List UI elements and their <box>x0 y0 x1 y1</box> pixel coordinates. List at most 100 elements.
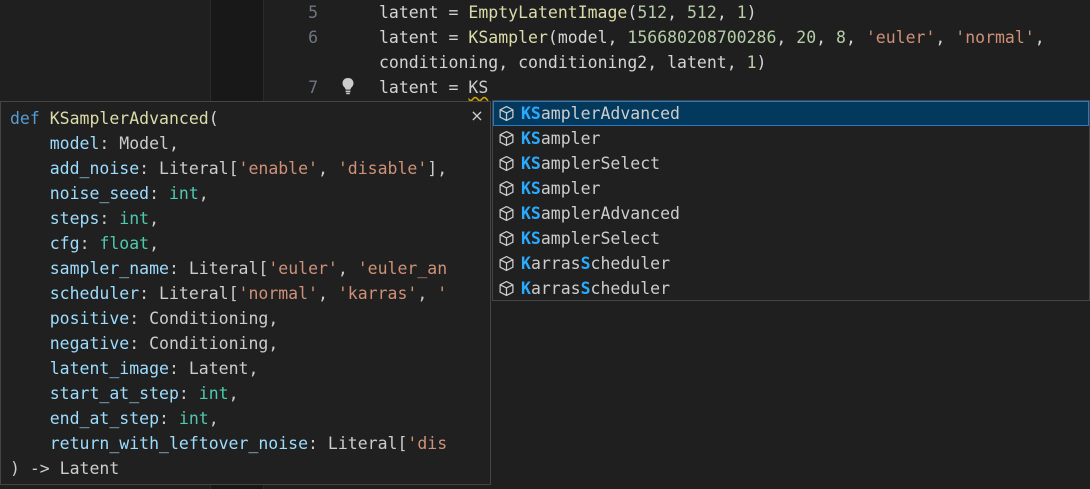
param-line: return_with_leftover_noise: Literal['dis <box>10 431 447 456</box>
token: = <box>438 3 469 22</box>
suggestion-item[interactable]: KarrasScheduler <box>493 276 1089 301</box>
token: , <box>198 184 209 203</box>
code-line-7[interactable]: latent = KS <box>379 75 488 100</box>
suggestion-list[interactable]: KSamplerAdvanced KSampler KSamplerSelect… <box>492 100 1090 301</box>
lightbulb-icon[interactable] <box>339 76 357 96</box>
param-type: int <box>168 184 199 203</box>
param-type: int <box>198 384 229 403</box>
suggestion-label: KSamplerSelect <box>521 151 660 176</box>
param-line: positive: Conditioning, <box>10 306 279 331</box>
match-highlight: S <box>580 254 591 273</box>
token: , <box>498 53 519 72</box>
return-type: Latent <box>59 459 120 478</box>
label-rest: cheduler <box>590 254 671 273</box>
token: conditioning <box>379 53 499 72</box>
suggestion-item[interactable]: KSamplerAdvanced <box>493 201 1089 226</box>
token: ( <box>547 28 558 47</box>
token: , <box>318 284 338 303</box>
suggestion-item[interactable]: KSampler <box>493 126 1089 151</box>
code-line-5[interactable]: latent = EmptyLatentImage(512, 512, 1) <box>379 0 757 25</box>
token: conditioning2 <box>518 53 648 72</box>
token: : <box>99 134 120 153</box>
token: , <box>248 359 259 378</box>
cube-icon <box>499 280 514 297</box>
match-highlight: KS <box>521 204 541 223</box>
token: , <box>726 53 747 72</box>
suggestion-item[interactable]: KSamplerSelect <box>493 151 1089 176</box>
param-line: latent_image: Latent, <box>10 356 259 381</box>
cube-icon <box>499 205 514 222</box>
param-type: Latent <box>188 359 249 378</box>
token: ) <box>746 3 757 22</box>
suggestion-label: KSampler <box>521 126 600 151</box>
token-number: 20 <box>796 28 817 47</box>
token: , <box>776 28 797 47</box>
param-type: Literal[ <box>327 434 408 453</box>
suggestion-label: KSamplerAdvanced <box>521 201 680 226</box>
token: latent <box>667 53 727 72</box>
param-line: start_at_step: int, <box>10 381 239 406</box>
param-line: noise_seed: int, <box>10 181 209 206</box>
param-line: end_at_step: int, <box>10 406 219 431</box>
token: , <box>168 134 179 153</box>
label-rest: arras <box>530 279 581 298</box>
token: , <box>935 28 956 47</box>
code-line-6-wrap[interactable]: conditioning, conditioning2, latent, 1) <box>379 50 766 75</box>
token: , <box>149 234 160 253</box>
cube-icon <box>499 155 514 172</box>
token: : <box>168 359 189 378</box>
token-function: KSamplerAdvanced <box>49 109 209 128</box>
token-number: 512 <box>687 3 717 22</box>
suggestion-item[interactable]: KarrasScheduler <box>493 251 1089 276</box>
suggestion-item[interactable]: KSamplerSelect <box>493 226 1089 251</box>
token: , <box>607 28 628 47</box>
label-rest: amplerAdvanced <box>540 104 680 123</box>
token: , <box>337 259 358 278</box>
code-line-6[interactable]: latent = KSampler(model, 156680208700286… <box>379 25 1045 50</box>
label-rest: amplerSelect <box>540 229 661 248</box>
token-keyword: def <box>10 109 40 128</box>
param-type: Literal[ <box>188 259 269 278</box>
token: model <box>557 28 608 47</box>
close-icon[interactable]: × <box>468 106 486 126</box>
match-highlight: KS <box>521 229 541 248</box>
suggestion-item[interactable]: KSampler <box>493 176 1089 201</box>
param-line: sampler_name: Literal['euler', 'euler_an <box>10 256 447 281</box>
token: ( <box>208 109 219 128</box>
token-string: 'karras' <box>337 284 418 303</box>
signature-header: def KSamplerAdvanced( <box>10 106 219 131</box>
token: , <box>149 209 160 228</box>
token: , <box>417 284 438 303</box>
param-name: start_at_step <box>49 384 179 403</box>
token-number: 1 <box>746 53 757 72</box>
token: latent <box>379 28 439 47</box>
param-line: model: Model, <box>10 131 179 156</box>
token: , <box>268 309 279 328</box>
param-name: steps <box>49 209 100 228</box>
label-rest: amplerAdvanced <box>540 204 680 223</box>
param-name: positive <box>49 309 130 328</box>
param-type: int <box>178 409 209 428</box>
token: ], <box>427 159 448 178</box>
token: , <box>667 3 687 22</box>
param-name: negative <box>49 334 130 353</box>
token: , <box>318 159 338 178</box>
label-rest: cheduler <box>590 279 671 298</box>
token-string: 'disable' <box>337 159 428 178</box>
token-string: 'enable' <box>238 159 318 178</box>
param-type: Conditioning <box>149 334 269 353</box>
param-type: Conditioning <box>149 309 269 328</box>
typed-text: KS <box>468 78 489 97</box>
token: = <box>438 78 469 97</box>
token-string: ' <box>437 284 448 303</box>
line-number-6: 6 <box>308 28 318 47</box>
param-type: Literal[ <box>159 284 239 303</box>
token: , <box>208 409 219 428</box>
param-line: cfg: float, <box>10 231 159 256</box>
suggestion-label: KSamplerAdvanced <box>521 101 680 126</box>
suggestion-item[interactable]: KSamplerAdvanced <box>493 101 1089 126</box>
token-number: 1 <box>736 3 747 22</box>
token: : <box>129 334 150 353</box>
token: ) <box>756 53 767 72</box>
token: latent <box>379 78 439 97</box>
